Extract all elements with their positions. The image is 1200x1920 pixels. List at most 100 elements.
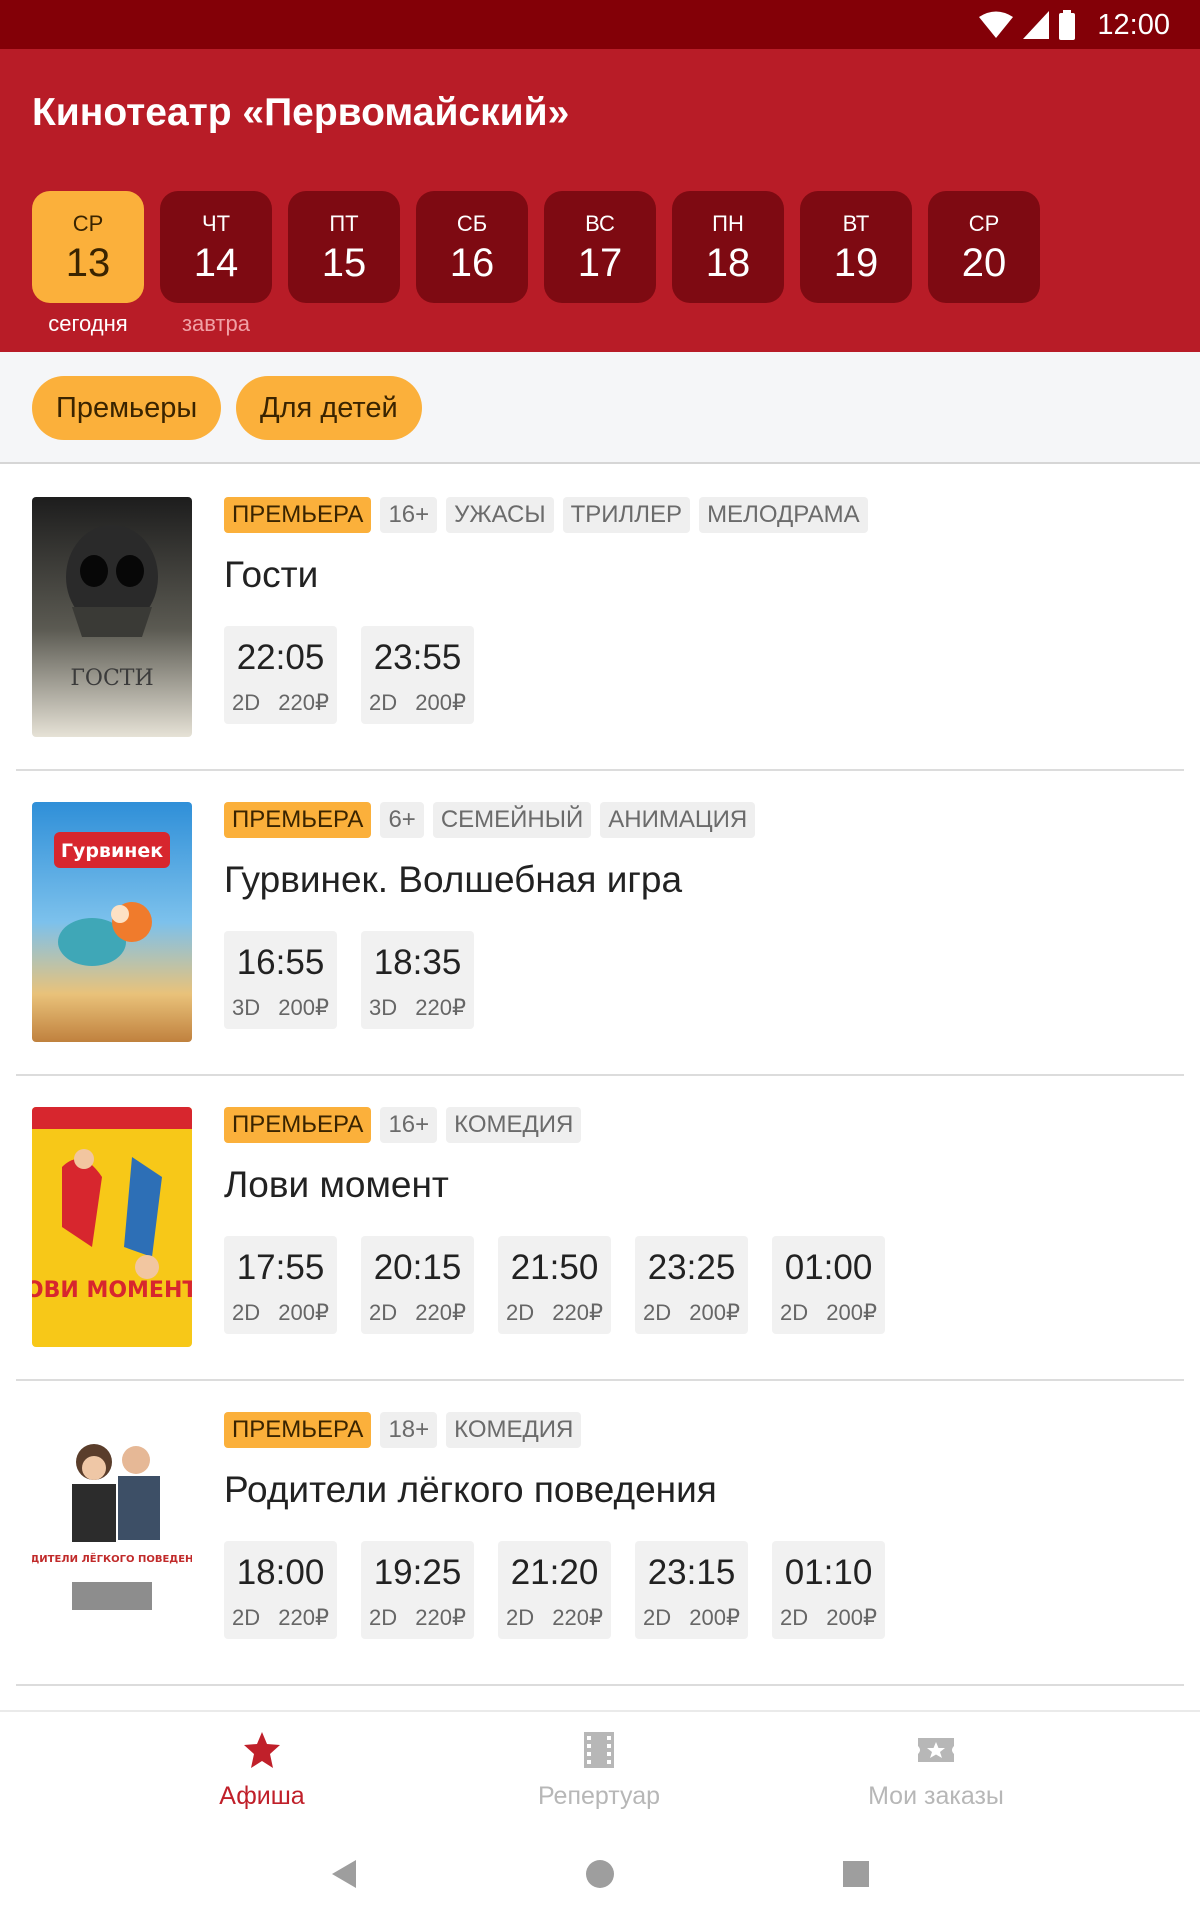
show-time: 16:55 (236, 943, 325, 982)
showtime-button[interactable]: 23:15 2D 200₽ (635, 1541, 748, 1639)
movie-tags: ПРЕМЬЕРА 6+ СЕМЕЙНЫЙ АНИМАЦИЯ (224, 802, 756, 838)
day-number: 17 (577, 241, 623, 285)
show-price: 200₽ (278, 995, 329, 1020)
tag-age: 16+ (380, 497, 438, 533)
divider (16, 1684, 1184, 1686)
day-20[interactable]: СР 20 (928, 191, 1040, 303)
bottom-navigation: Афиша Репертуар Мои заказы (0, 1710, 1200, 1834)
tag-premiere: ПРЕМЬЕРА (224, 497, 372, 533)
showtime-button[interactable]: 01:00 2D 200₽ (772, 1236, 885, 1334)
film-icon (584, 1732, 614, 1768)
status-icons: 12:00 (979, 6, 1170, 44)
show-price: 220₽ (415, 1300, 466, 1325)
show-time: 23:25 (647, 1248, 736, 1287)
movie-item[interactable]: ЛОВИ МОМЕНТ ПРЕМЬЕРА 16+ КОМЕДИЯ Лови мо… (0, 1076, 1200, 1381)
show-price: 220₽ (415, 995, 466, 1020)
date-selector: СР 13 сегодня ЧТ 14 завтра ПТ 15 СБ 16 В… (32, 191, 1192, 341)
nav-label: Мои заказы (868, 1782, 1004, 1810)
day-number: 13 (65, 241, 111, 285)
filter-chip-kids[interactable]: Для детей (236, 376, 422, 440)
showtime-button[interactable]: 16:55 3D 200₽ (224, 931, 337, 1029)
show-price: 200₽ (826, 1605, 877, 1630)
day-16[interactable]: СБ 16 (416, 191, 528, 303)
day-18[interactable]: ПН 18 (672, 191, 784, 303)
show-format: 2D (369, 1300, 398, 1325)
show-format: 3D (232, 995, 261, 1020)
tag-genre: МЕЛОДРАМА (699, 497, 868, 533)
star-icon (244, 1732, 280, 1768)
show-time: 18:00 (236, 1553, 325, 1592)
show-price: 220₽ (415, 1605, 466, 1630)
show-time: 01:10 (784, 1553, 873, 1592)
recents-icon[interactable] (836, 1854, 876, 1894)
movie-item[interactable]: Гурвинек ПРЕМЬЕРА 6+ СЕМЕЙНЫЙ АНИМАЦИЯ Г… (0, 771, 1200, 1076)
day-13[interactable]: СР 13 (32, 191, 144, 303)
showtime-button[interactable]: 17:55 2D 200₽ (224, 1236, 337, 1334)
show-format: 2D (506, 1300, 535, 1325)
nav-tab-my-orders[interactable]: Мои заказы (736, 1712, 1136, 1836)
movie-poster[interactable]: ЛОВИ МОМЕНТ (32, 1107, 192, 1347)
movie-title: Лови момент (224, 1164, 449, 1205)
day-name: ВС (585, 211, 615, 236)
show-price: 200₽ (689, 1605, 740, 1630)
filter-chip-premieres[interactable]: Премьеры (32, 376, 222, 440)
system-navigation-bar (0, 1834, 1200, 1920)
tag-premiere: ПРЕМЬЕРА (224, 1107, 372, 1143)
home-icon[interactable] (580, 1854, 620, 1894)
showtimes: 18:00 2D 220₽ 19:25 2D 220₽ 21:20 2D 220… (224, 1541, 885, 1639)
movie-poster[interactable]: ГОСТИ (32, 497, 192, 737)
show-price: 220₽ (552, 1300, 603, 1325)
showtime-button[interactable]: 20:15 2D 220₽ (361, 1236, 474, 1334)
tag-genre: КОМЕДИЯ (446, 1107, 582, 1143)
show-time: 23:55 (373, 638, 462, 677)
day-19[interactable]: ВТ 19 (800, 191, 912, 303)
day-17[interactable]: ВС 17 (544, 191, 656, 303)
day-15[interactable]: ПТ 15 (288, 191, 400, 303)
show-time: 17:55 (236, 1248, 325, 1287)
show-format: 2D (506, 1605, 535, 1630)
movie-poster[interactable]: РОДИТЕЛИ ЛЁГКОГО ПОВЕДЕНИЯ (32, 1412, 192, 1652)
movie-poster[interactable]: Гурвинек (32, 802, 192, 1042)
showtime-button[interactable]: 18:35 3D 220₽ (361, 931, 474, 1029)
showtime-button[interactable]: 21:20 2D 220₽ (498, 1541, 611, 1639)
movie-title: Родители лёгкого поведения (224, 1469, 717, 1510)
tag-premiere: ПРЕМЬЕРА (224, 802, 372, 838)
day-14[interactable]: ЧТ 14 (160, 191, 272, 303)
show-price: 200₽ (826, 1300, 877, 1325)
movie-tags: ПРЕМЬЕРА 16+ УЖАСЫ ТРИЛЛЕР МЕЛОДРАМА (224, 497, 868, 533)
showtime-button[interactable]: 21:50 2D 220₽ (498, 1236, 611, 1334)
movie-item[interactable]: РОДИТЕЛИ ЛЁГКОГО ПОВЕДЕНИЯ ПРЕМЬЕРА 18+ … (0, 1381, 1200, 1686)
showtime-button[interactable]: 23:55 2D 200₽ (361, 626, 474, 724)
day-number: 19 (833, 241, 879, 285)
status-bar: 12:00 (0, 0, 1200, 49)
showtime-button[interactable]: 19:25 2D 220₽ (361, 1541, 474, 1639)
tag-age: 6+ (380, 802, 424, 838)
tag-genre: СЕМЕЙНЫЙ (432, 802, 592, 838)
show-time: 21:50 (510, 1248, 599, 1287)
show-format: 2D (643, 1605, 672, 1630)
show-price: 200₽ (278, 1300, 329, 1325)
poster-title-text: ЛОВИ МОМЕНТ (32, 1278, 192, 1303)
day-name: ПН (712, 211, 744, 236)
showtime-button[interactable]: 23:25 2D 200₽ (635, 1236, 748, 1334)
show-time: 21:20 (510, 1553, 599, 1592)
show-price: 220₽ (278, 1605, 329, 1630)
day-name: СР (72, 211, 104, 236)
show-format: 2D (643, 1300, 672, 1325)
day-number: 14 (193, 241, 239, 285)
day-number: 20 (961, 241, 1007, 285)
show-format: 2D (780, 1300, 809, 1325)
showtime-button[interactable]: 01:10 2D 200₽ (772, 1541, 885, 1639)
day-name: СР (968, 211, 1000, 236)
show-price: 220₽ (552, 1605, 603, 1630)
show-format: 2D (232, 1300, 261, 1325)
movie-title: Гости (224, 554, 319, 595)
show-format: 2D (369, 1605, 398, 1630)
movie-item[interactable]: ГОСТИ ПРЕМЬЕРА 16+ УЖАСЫ ТРИЛЛЕР МЕЛОДРА… (0, 466, 1200, 771)
movie-tags: ПРЕМЬЕРА 18+ КОМЕДИЯ (224, 1412, 582, 1448)
showtime-button[interactable]: 22:05 2D 220₽ (224, 626, 337, 724)
showtime-button[interactable]: 18:00 2D 220₽ (224, 1541, 337, 1639)
poster-title-text: Гурвинек (61, 840, 163, 862)
back-icon[interactable] (324, 1854, 364, 1894)
show-time: 18:35 (373, 943, 462, 982)
